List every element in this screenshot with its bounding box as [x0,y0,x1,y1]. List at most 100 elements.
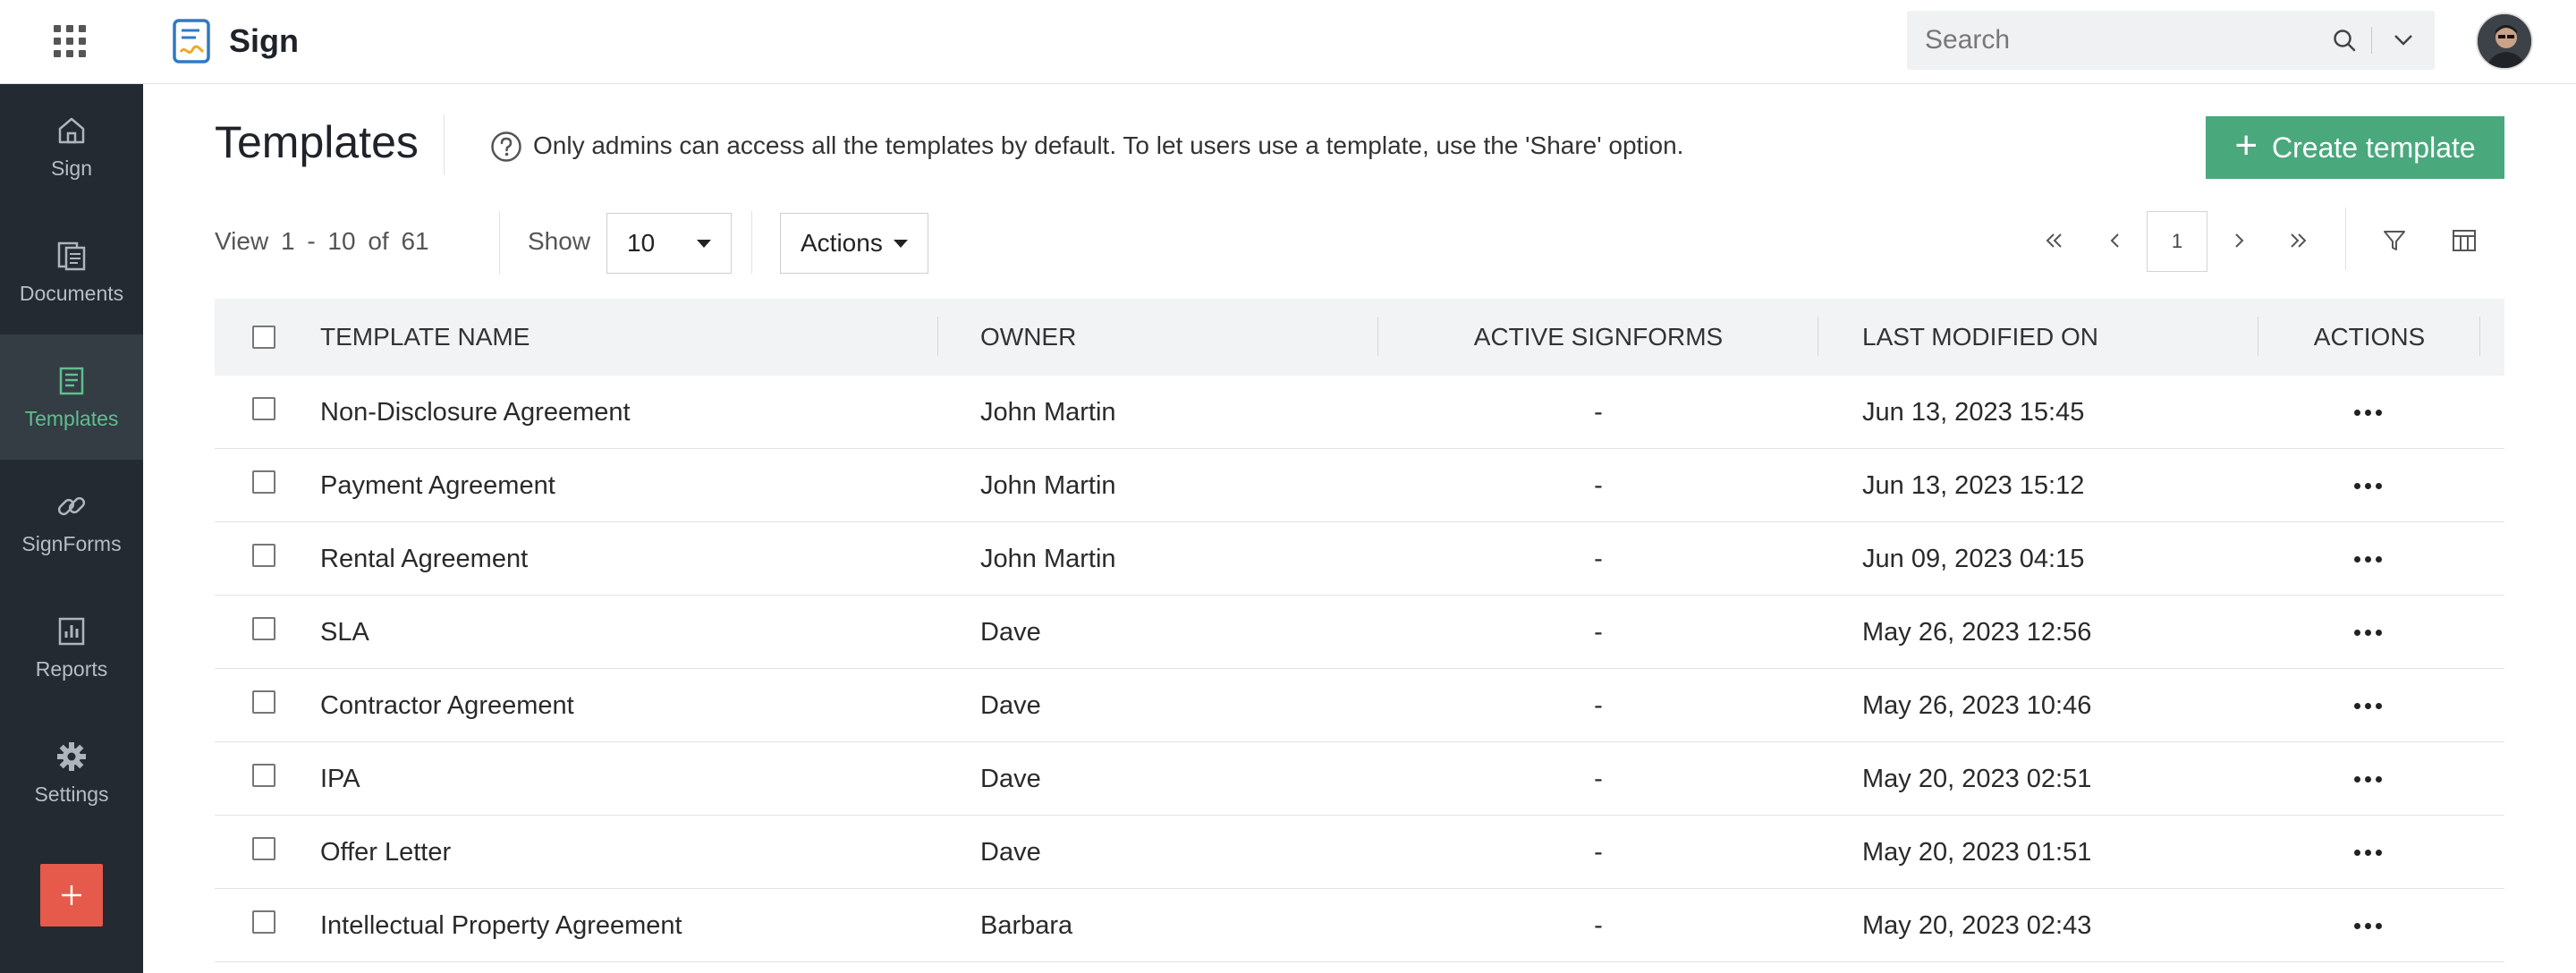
app-name: Sign [229,22,299,59]
previous-page-icon[interactable] [2093,218,2138,263]
more-actions-icon[interactable] [2341,669,2394,742]
caret-down-icon [697,239,711,248]
last-modified-cell: May 26, 2023 10:46 [1862,690,2092,720]
sidebar-item-settings[interactable]: Settings [0,710,143,835]
active-signforms-cell: - [1594,397,1603,427]
filter-icon[interactable] [2372,218,2417,263]
last-modified-cell: May 20, 2023 02:51 [1862,764,2092,793]
template-name-cell[interactable]: Payment Agreement [320,449,555,522]
last-modified-cell: May 20, 2023 01:51 [1862,837,2092,867]
more-actions-icon[interactable] [2341,376,2394,449]
column-header-last-modified[interactable]: LAST MODIFIED ON [1862,299,2098,376]
active-signforms-cell: - [1594,544,1603,573]
column-header-active-signforms[interactable]: ACTIVE SIGNFORMS [1379,299,1818,376]
sidebar-item-signforms[interactable]: SignForms [0,460,143,585]
owner-cell: John Martin [980,470,1116,500]
owner-cell: Dave [980,617,1041,647]
last-modified-cell: Jun 13, 2023 15:45 [1862,397,2085,427]
more-actions-icon[interactable] [2341,889,2394,962]
toolbar-divider [2345,207,2346,270]
row-checkbox[interactable] [252,764,275,787]
more-actions-icon[interactable] [2341,522,2394,596]
row-checkbox[interactable] [252,617,275,640]
sidebar-item-label: Sign [50,156,93,180]
actions-dropdown[interactable]: Actions [780,213,928,274]
sidebar: Sign Documents Templates SignForms Repor… [0,84,143,973]
column-divider [937,317,938,356]
table-row[interactable]: Payment Agreement John Martin - Jun 13, 202… [215,449,2504,522]
table-row[interactable]: IPA Dave - May 20, 2023 02:51 [215,742,2504,816]
owner-cell: John Martin [980,544,1116,573]
row-checkbox[interactable] [252,470,275,494]
template-name-cell[interactable]: IPA [320,742,360,816]
active-signforms-cell: - [1594,617,1603,647]
row-checkbox[interactable] [252,910,275,934]
sidebar-item-reports[interactable]: Reports [0,585,143,710]
search-bar [1907,11,2435,70]
last-modified-cell: Jun 13, 2023 15:12 [1862,470,2085,500]
more-actions-icon[interactable] [2341,596,2394,669]
row-checkbox[interactable] [252,397,275,420]
sign-logo-icon [173,19,210,63]
more-actions-icon[interactable] [2341,816,2394,889]
page-size-value: 10 [627,229,656,257]
sidebar-item-sign[interactable]: Sign [0,84,143,209]
owner-cell: Barbara [980,910,1073,940]
owner-cell: Dave [980,690,1041,720]
next-page-icon[interactable] [2216,218,2261,263]
owner-cell: John Martin [980,397,1116,427]
help-icon [491,131,521,162]
table-row[interactable]: Rental Agreement John Martin - Jun 09, 2023… [215,522,2504,596]
select-all-checkbox[interactable] [252,326,275,349]
templates-icon [59,367,84,394]
template-name-cell[interactable]: Rental Agreement [320,522,528,596]
link-icon [57,496,86,515]
home-icon [58,117,85,143]
table-row[interactable]: Contractor Agreement Dave - May 26, 2023 10… [215,669,2504,742]
template-name-cell[interactable]: Non-Disclosure Agreement [320,376,631,449]
table-row[interactable]: Non-Disclosure Agreement John Martin - Jun … [215,376,2504,449]
last-modified-cell: Jun 09, 2023 04:15 [1862,544,2085,573]
sidebar-item-label: Reports [35,656,108,681]
page-size-select[interactable]: 10 [606,213,732,274]
search-input[interactable] [1907,11,2318,70]
more-actions-icon[interactable] [2341,449,2394,522]
add-button[interactable] [40,864,103,926]
table-row[interactable]: Offer Letter Dave - May 20, 2023 01:51 [215,816,2504,889]
more-actions-icon[interactable] [2341,742,2394,816]
column-header-template-name[interactable]: TEMPLATE NAME [320,299,530,376]
column-header-actions: ACTIONS [2313,323,2426,351]
create-template-button[interactable]: + Create template [2206,116,2504,179]
row-checkbox[interactable] [252,690,275,714]
template-name-cell[interactable]: Intellectual Property Agreement [320,889,682,962]
sidebar-item-templates[interactable]: Templates [0,334,143,460]
table-row[interactable]: Intellectual Property Agreement Barbara - M… [215,889,2504,962]
page-number-input[interactable] [2147,211,2207,272]
avatar[interactable] [2476,13,2533,70]
owner-cell: Dave [980,764,1041,793]
active-signforms-cell: - [1594,837,1603,867]
template-name-cell[interactable]: Offer Letter [320,816,451,889]
record-count: View 1 - 10 of 61 [215,227,429,255]
last-page-icon[interactable] [2275,218,2320,263]
app-grid-icon[interactable] [54,25,86,57]
first-page-icon[interactable] [2032,218,2077,263]
active-signforms-cell: - [1594,764,1603,793]
row-checkbox[interactable] [252,837,275,860]
template-name-cell[interactable]: SLA [320,596,369,669]
table-row[interactable]: SLA Dave - May 26, 2023 12:56 [215,596,2504,669]
page-title: Templates [215,117,419,167]
plus-icon [62,885,81,905]
columns-icon[interactable] [2442,218,2487,263]
toolbar-divider [751,211,752,274]
search-icon[interactable] [2318,11,2371,70]
template-name-cell[interactable]: Contractor Agreement [320,669,574,742]
brand[interactable]: Sign [172,16,299,66]
column-header-owner[interactable]: OWNER [980,299,1076,376]
sidebar-item-documents[interactable]: Documents [0,209,143,334]
row-checkbox[interactable] [252,544,275,567]
chevron-down-icon[interactable] [2372,11,2435,70]
active-signforms-cell: - [1594,910,1603,940]
create-template-label: Create template [2272,131,2476,164]
show-label: Show [528,227,591,255]
